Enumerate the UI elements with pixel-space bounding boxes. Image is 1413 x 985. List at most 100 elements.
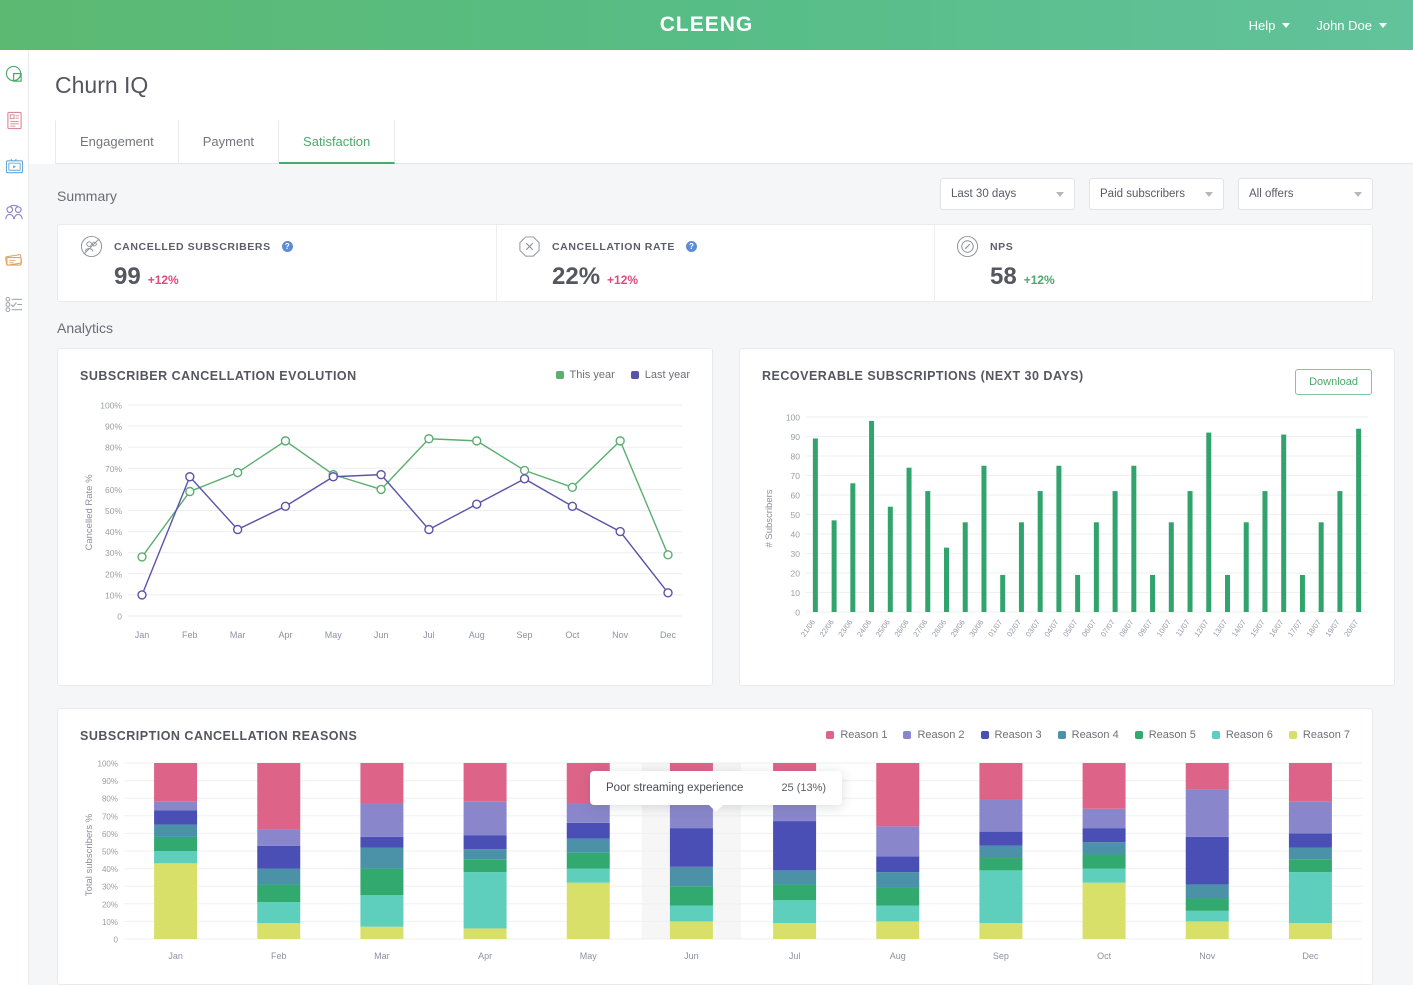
tab-satisfaction[interactable]: Satisfaction (279, 120, 396, 164)
svg-text:0: 0 (795, 608, 800, 618)
recoverable-subscriptions-bar-chart[interactable]: 0 10 20 30 40 50 60 70 80 90 100 21/06 22/06 23/06 24/… (762, 409, 1372, 664)
bar-chart-container: 0 10 20 30 40 50 60 70 80 90 100 21/06 22/06 23/06 24/… (762, 409, 1372, 669)
legend-swatch (826, 731, 835, 739)
svg-text:04/07: 04/07 (1042, 618, 1060, 639)
sidebar-item-dashboard[interactable] (4, 64, 24, 84)
svg-text:40%: 40% (102, 865, 118, 874)
subscriber-type-value: Paid subscribers (1100, 188, 1186, 200)
user-menu[interactable]: John Doe (1316, 18, 1387, 33)
users-icon (5, 204, 23, 219)
legend-swatch (630, 371, 639, 379)
help-menu[interactable]: Help (1249, 18, 1291, 33)
line-chart[interactable]: 0 10% 20% 30% 40% 50% 60% 70% 80% 90% 100% Jan Feb Ma… (80, 397, 690, 652)
svg-text:30%: 30% (102, 883, 118, 892)
legend-label: Last year (644, 369, 690, 381)
metric-delta: +12% (1023, 273, 1055, 287)
svg-text:80: 80 (791, 452, 801, 462)
panel-subscription-cancellation-reasons: SUBSCRIPTION CANCELLATION REASONS Reason… (57, 708, 1373, 985)
download-button[interactable]: Download (1295, 369, 1372, 395)
svg-text:Jun: Jun (684, 951, 699, 961)
svg-text:90%: 90% (105, 422, 122, 432)
metric-card-cancelled-subscribers: CANCELLED SUBSCRIBERS ? 99 +12% (58, 225, 496, 301)
metric-title: CANCELLED SUBSCRIBERS (114, 240, 271, 253)
legend-label: Reason 4 (1071, 729, 1119, 741)
pie-chart-icon (5, 65, 22, 82)
svg-text:22/06: 22/06 (818, 618, 836, 639)
filter-group: Last 30 days Paid subscribers All offers (940, 164, 1373, 210)
chevron-down-icon (1379, 22, 1387, 28)
svg-text:70: 70 (791, 471, 801, 481)
svg-text:06/07: 06/07 (1080, 618, 1098, 639)
analytics-panels: SUBSCRIBER CANCELLATION EVOLUTION This y… (57, 348, 1395, 686)
help-icon[interactable]: ? (281, 241, 293, 252)
legend-item-reason-6[interactable]: Reason 6 (1211, 729, 1273, 741)
legend-item-reason-1[interactable]: Reason 1 (826, 729, 887, 741)
sidebar-item-tasks[interactable] (4, 294, 24, 314)
main-content: Churn IQ Engagement Payment Satisfaction… (29, 50, 1413, 985)
svg-text:Jul: Jul (423, 630, 435, 640)
metric-card-nps: NPS 58 +12% (934, 225, 1372, 301)
svg-text:Dec: Dec (1302, 951, 1319, 961)
svg-text:60: 60 (791, 491, 801, 501)
svg-text:0: 0 (114, 936, 119, 945)
svg-text:70%: 70% (105, 464, 122, 474)
svg-text:50%: 50% (102, 848, 118, 857)
tab-engagement[interactable]: Engagement (55, 120, 179, 164)
legend-item-reason-4[interactable]: Reason 4 (1057, 729, 1119, 741)
svg-text:20/07: 20/07 (1342, 618, 1360, 639)
offers-select[interactable]: All offers (1238, 178, 1373, 210)
tooltip-value: 25 (13%) (781, 782, 827, 794)
cancellation-rate-icon (519, 236, 540, 257)
panel-title: RECOVERABLE SUBSCRIPTIONS (NEXT 30 DAYS) (762, 369, 1084, 383)
svg-text:17/07: 17/07 (1286, 618, 1304, 639)
document-icon (6, 111, 22, 129)
chart-tooltip: Poor streaming experience 25 (13%) (590, 771, 843, 812)
legend-item-reason-7[interactable]: Reason 7 (1288, 729, 1350, 741)
svg-text:50: 50 (791, 510, 801, 520)
svg-text:80%: 80% (102, 795, 118, 804)
help-menu-label: Help (1248, 17, 1276, 33)
svg-text:16/07: 16/07 (1267, 618, 1285, 639)
svg-text:Sep: Sep (993, 951, 1009, 961)
legend-item-last-year[interactable]: Last year (630, 369, 690, 381)
svg-text:Feb: Feb (271, 951, 287, 961)
svg-text:05/07: 05/07 (1061, 618, 1079, 639)
legend-label: This year (569, 369, 615, 381)
sidebar-item-offers[interactable] (4, 248, 24, 268)
svg-text:10: 10 (791, 588, 801, 598)
metric-title: CANCELLATION RATE (552, 240, 675, 253)
legend-item-reason-2[interactable]: Reason 2 (903, 729, 965, 741)
stacked-chart-container: 0 10% 20% 30% 40% 50% 60% 70% 80% 90% 100% Jan Feb Ma… (80, 757, 1362, 974)
summary-cards: CANCELLED SUBSCRIBERS ? 99 +12% CANCELLA… (57, 224, 1373, 302)
svg-text:Sep: Sep (517, 630, 533, 640)
sidebar-item-reports[interactable] (4, 110, 24, 130)
svg-text:25/06: 25/06 (874, 618, 892, 639)
svg-text:Apr: Apr (278, 630, 292, 640)
legend-item-reason-3[interactable]: Reason 3 (980, 729, 1042, 741)
sidebar-item-media[interactable] (4, 156, 24, 176)
tab-payment[interactable]: Payment (179, 120, 280, 164)
subscriber-type-select[interactable]: Paid subscribers (1089, 178, 1224, 210)
svg-text:Mar: Mar (230, 630, 246, 640)
legend-item-this-year[interactable]: This year (555, 369, 615, 381)
svg-text:15/07: 15/07 (1248, 618, 1266, 639)
svg-text:11/07: 11/07 (1174, 618, 1192, 638)
help-icon[interactable]: ? (685, 241, 697, 252)
svg-text:Jan: Jan (135, 630, 150, 640)
svg-text:20%: 20% (102, 900, 118, 909)
date-range-select[interactable]: Last 30 days (940, 178, 1075, 210)
legend-swatch (980, 731, 989, 739)
svg-text:Dec: Dec (660, 630, 677, 640)
svg-text:Jun: Jun (374, 630, 389, 640)
svg-text:08/07: 08/07 (1117, 618, 1135, 639)
svg-text:Oct: Oct (1097, 951, 1112, 961)
date-range-value: Last 30 days (951, 188, 1017, 200)
svg-text:09/07: 09/07 (1136, 618, 1154, 639)
legend-item-reason-5[interactable]: Reason 5 (1134, 729, 1196, 741)
tab-bar: Engagement Payment Satisfaction (55, 119, 1413, 164)
legend-label: Reason 2 (917, 729, 965, 741)
metric-card-cancellation-rate: CANCELLATION RATE ? 22% +12% (496, 225, 934, 301)
chart-legend: This year Last year (555, 369, 690, 381)
svg-text:80%: 80% (105, 443, 122, 453)
sidebar-item-audience[interactable] (4, 202, 24, 222)
